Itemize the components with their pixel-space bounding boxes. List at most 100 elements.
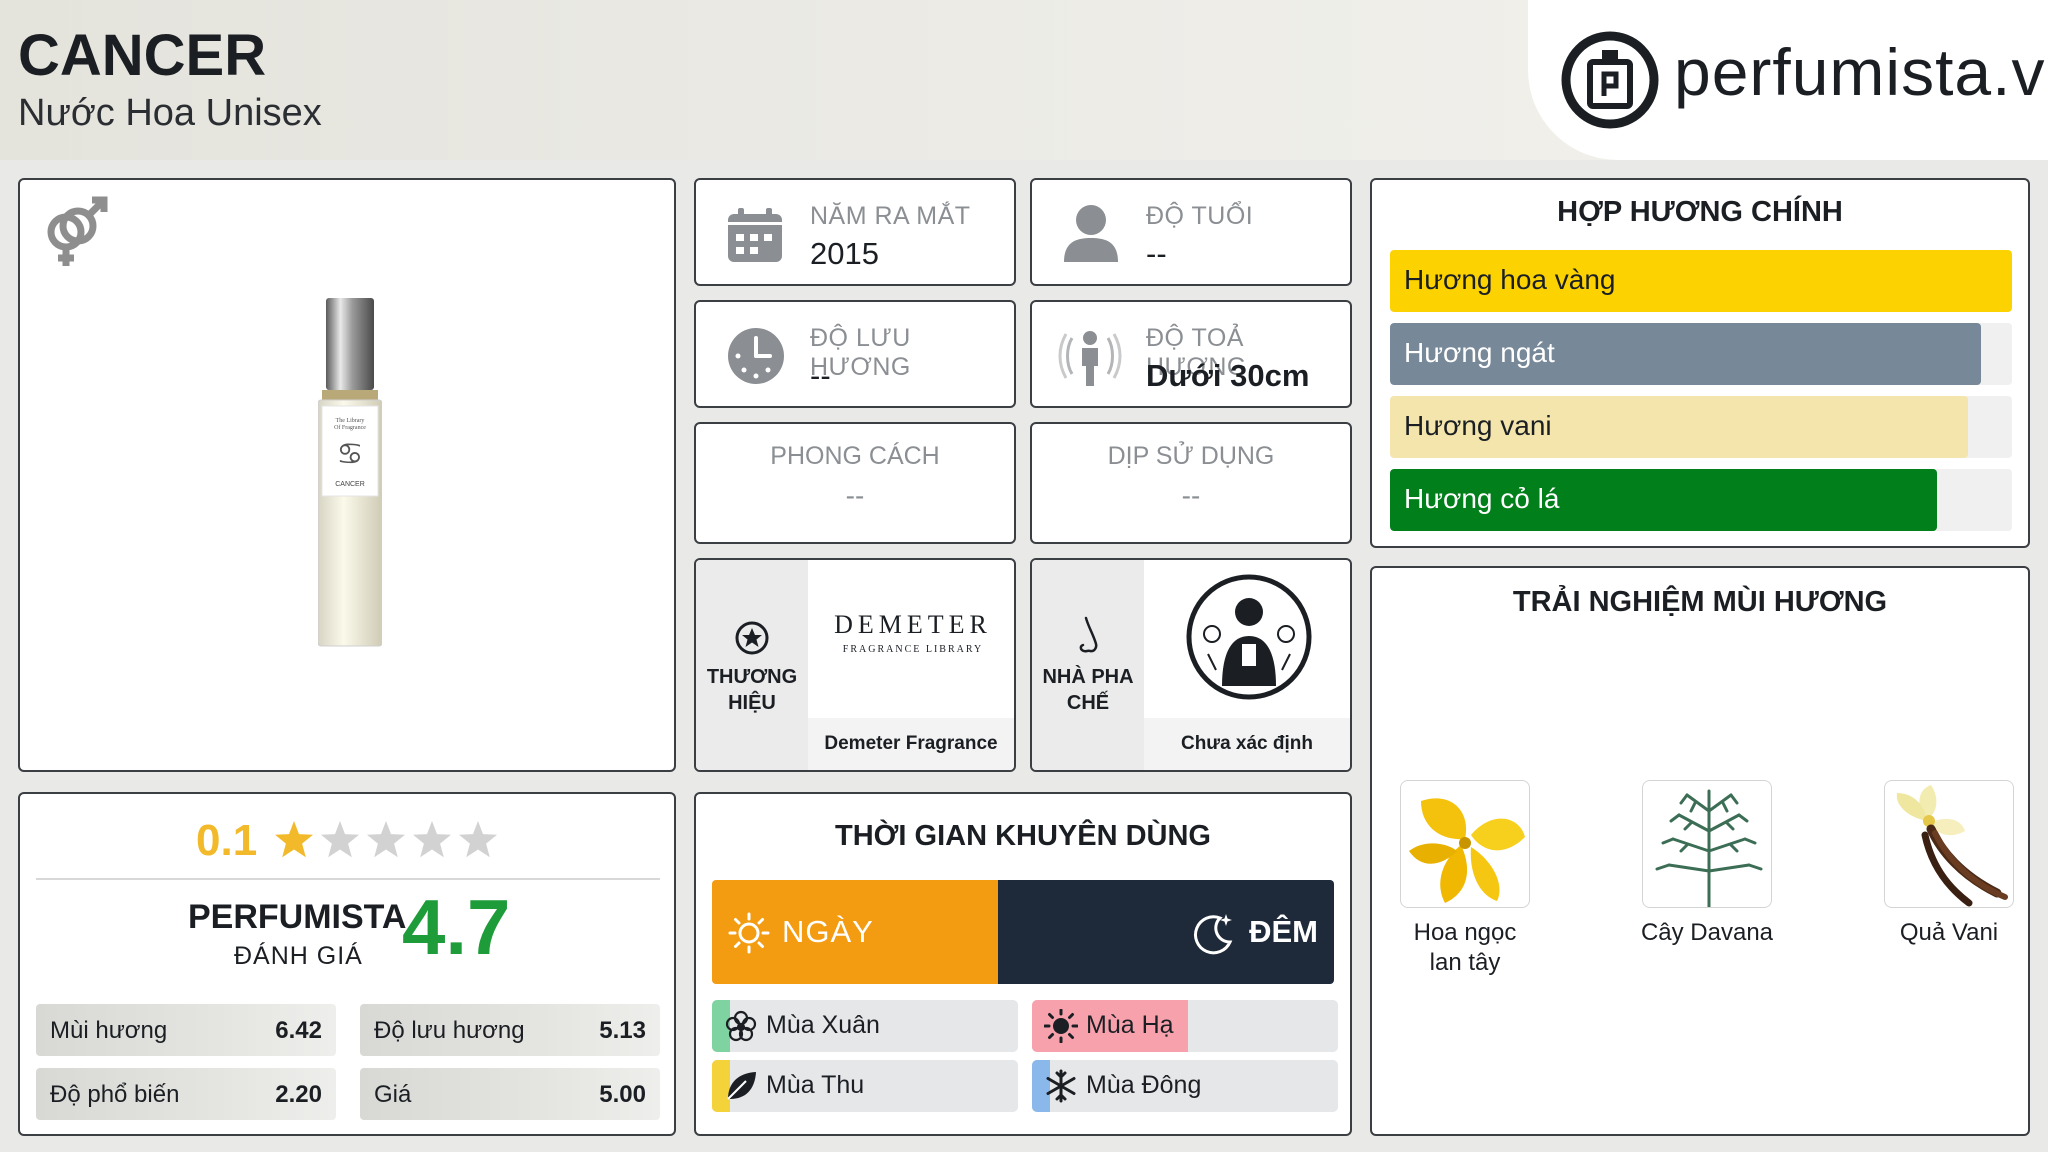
accord-label: Hương ngát bbox=[1404, 337, 1555, 368]
accord-bar: Hương hoa vàng bbox=[1390, 250, 2012, 312]
note-name-davana: Cây Davana bbox=[1640, 919, 1774, 946]
metric-longevity: Độ lưu hương 5.13 bbox=[360, 1004, 660, 1056]
nose-icon bbox=[1079, 616, 1098, 653]
metric-scent-label: Mùi hương bbox=[50, 1017, 168, 1044]
perfume-bottle-image: The Library Of Fragrance ♋ CANCER bbox=[318, 298, 382, 647]
accords-title: HỢP HƯƠNG CHÍNH bbox=[1557, 196, 1843, 228]
metric-price-value: 5.00 bbox=[599, 1081, 646, 1108]
note-name-vanilla: Quả Vani bbox=[1899, 919, 1999, 946]
metric-price: Giá 5.00 bbox=[360, 1068, 660, 1120]
star-icon[interactable] bbox=[459, 821, 497, 858]
metric-popularity-label: Độ phổ biến bbox=[50, 1081, 180, 1108]
site-logo[interactable]: perfumista.vn bbox=[1528, 0, 2048, 160]
release-year-label: NĂM RA MẮT bbox=[810, 202, 971, 230]
accord-bar: Hương vani bbox=[1390, 396, 2012, 458]
occasion-label: DỊP SỬ DỤNG bbox=[1107, 442, 1275, 470]
metric-popularity-value: 2.20 bbox=[275, 1081, 322, 1108]
brand-card[interactable]: THƯƠNG HIỆU DEMETER FRAGRANCE LIBRARY De… bbox=[694, 558, 1016, 772]
product-image-card: The Library Of Fragrance ♋ CANCER bbox=[18, 178, 676, 772]
person-icon bbox=[1064, 205, 1118, 262]
perfumer-label-line1: NHÀ PHA bbox=[1042, 666, 1134, 688]
time-title: THỜI GIAN KHUYÊN DÙNG bbox=[835, 820, 1211, 852]
summer-sun-icon bbox=[1044, 1009, 1078, 1043]
style-value: -- bbox=[845, 480, 865, 511]
star-icon[interactable] bbox=[275, 821, 313, 858]
autumn-leaf-icon bbox=[727, 1072, 756, 1100]
perfumer-label-line2: CHẾ bbox=[1066, 692, 1110, 714]
season-summer: Mùa Hạ bbox=[1032, 1000, 1338, 1052]
accord-label: Hương hoa vàng bbox=[1404, 264, 1616, 295]
bottle-label: CANCER bbox=[335, 481, 365, 488]
perfume-bottle-logo-icon bbox=[1561, 31, 1659, 129]
calendar-icon bbox=[728, 208, 782, 262]
season-summer-label: Mùa Hạ bbox=[1086, 1011, 1174, 1039]
accord-bar: Hương ngát bbox=[1390, 323, 2012, 385]
release-year-value: 2015 bbox=[810, 236, 879, 271]
vanilla-image[interactable] bbox=[1884, 780, 2014, 908]
occasion-box: DỊP SỬ DỤNG -- bbox=[1030, 422, 1352, 544]
perfumer-avatar bbox=[1186, 574, 1312, 700]
season-winter-label: Mùa Đông bbox=[1086, 1071, 1202, 1099]
notes-card: TRẢI NGHIỆM MÙI HƯƠNG Hoa ngọc lan tây C… bbox=[1370, 566, 2030, 1136]
moon-icon bbox=[1194, 914, 1233, 955]
longevity-box: ĐỘ LƯU HƯƠNG -- bbox=[694, 300, 1016, 408]
accord-label: Hương vani bbox=[1404, 410, 1552, 441]
day-night-bar: NGÀY ĐÊM bbox=[712, 880, 1334, 984]
perfumista-title: PERFUMISTA bbox=[188, 898, 407, 936]
note-name-ylang-line2: lan tây bbox=[1429, 949, 1501, 976]
longevity-label: ĐỘ LƯU HƯƠNG bbox=[810, 324, 911, 381]
night-label: ĐÊM bbox=[1249, 914, 1318, 949]
age-label: ĐỘ TUỔI bbox=[1146, 202, 1254, 230]
season-spring-label: Mùa Xuân bbox=[766, 1011, 880, 1039]
metric-longevity-label: Độ lưu hương bbox=[374, 1017, 525, 1044]
brand-name: Demeter Fragrance bbox=[808, 718, 1014, 770]
style-box: PHONG CÁCH -- bbox=[694, 422, 1016, 544]
spring-flower-icon bbox=[725, 1010, 757, 1042]
svg-text:The Library: The Library bbox=[336, 418, 365, 424]
season-spring: Mùa Xuân bbox=[712, 1000, 1018, 1052]
day-label: NGÀY bbox=[782, 914, 874, 949]
brand-logo-subtext: FRAGRANCE LIBRARY bbox=[842, 644, 984, 655]
page-subtitle: Nước Hoa Unisex bbox=[18, 92, 322, 134]
davana-image[interactable] bbox=[1642, 780, 1772, 908]
user-rating-score: 0.1 bbox=[196, 816, 258, 865]
release-year-box: NĂM RA MẮT 2015 bbox=[694, 178, 1016, 286]
unisex-gender-icon bbox=[47, 196, 108, 266]
brand-label-line1: THƯƠNG bbox=[706, 666, 798, 688]
perfumista-subtitle: ĐÁNH GIÁ bbox=[234, 942, 363, 970]
rating-card: 0.1 PERFUMISTA ĐÁNH GIÁ 4.7 Mùi hương 6.… bbox=[18, 792, 676, 1136]
star-icon[interactable] bbox=[413, 821, 451, 858]
brand-label-line2: HIỆU bbox=[728, 692, 776, 714]
main-accords-card: HỢP HƯƠNG CHÍNH Hương hoa vàng Hương ngát… bbox=[1370, 178, 2030, 548]
brand-logo-text: DEMETER bbox=[834, 610, 992, 639]
header: CANCER Nước Hoa Unisex perfumista.vn bbox=[0, 0, 2048, 160]
season-autumn-label: Mùa Thu bbox=[766, 1071, 865, 1099]
perfumista-score: 4.7 bbox=[402, 883, 511, 971]
note-name-ylang-line1: Hoa ngọc bbox=[1413, 919, 1517, 946]
winter-snowflake-icon bbox=[1046, 1069, 1076, 1103]
notes-title: TRẢI NGHIỆM MÙI HƯƠNG bbox=[1512, 586, 1888, 618]
metric-popularity: Độ phổ biến 2.20 bbox=[36, 1068, 336, 1120]
scent-radiating-person-icon bbox=[1058, 331, 1122, 386]
svg-text:Of Fragrance: Of Fragrance bbox=[334, 424, 366, 431]
perfumer-card[interactable]: NHÀ PHA CHẾ Chưa xác định bbox=[1030, 558, 1352, 772]
sun-icon bbox=[728, 912, 770, 954]
occasion-value: -- bbox=[1181, 480, 1201, 511]
season-autumn: Mùa Thu bbox=[712, 1060, 1018, 1112]
accord-bar: Hương cỏ lá bbox=[1390, 469, 2012, 531]
page-title: CANCER bbox=[18, 23, 267, 88]
longevity-value: -- bbox=[810, 358, 831, 393]
ylang-ylang-image[interactable] bbox=[1400, 780, 1530, 908]
perfumer-name: Chưa xác định bbox=[1144, 718, 1350, 770]
star-rating[interactable] bbox=[272, 818, 502, 864]
accord-label: Hương cỏ lá bbox=[1404, 483, 1560, 514]
star-icon[interactable] bbox=[321, 821, 359, 858]
age-value: -- bbox=[1146, 236, 1167, 271]
recommended-time-card: THỜI GIAN KHUYÊN DÙNG NGÀY ĐÊM Mùa Xuân … bbox=[694, 792, 1352, 1136]
metric-longevity-value: 5.13 bbox=[599, 1017, 646, 1044]
metric-scent: Mùi hương 6.42 bbox=[36, 1004, 336, 1056]
metric-price-label: Giá bbox=[374, 1081, 412, 1108]
sillage-box: ĐỘ TOẢ HƯƠNG Dưới 30cm bbox=[1030, 300, 1352, 408]
star-icon[interactable] bbox=[367, 821, 405, 858]
logo-text: perfumista.vn bbox=[1674, 35, 2048, 109]
